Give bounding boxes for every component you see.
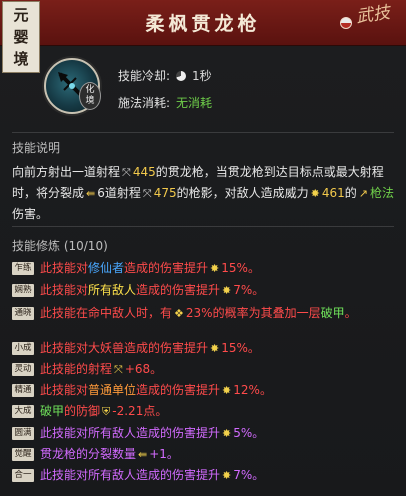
refinement-row: 圆满 此技能对所有敌人造成的伤害提升 ✸ 5%。 <box>12 424 396 443</box>
refinement-tag: 娴熟 <box>12 284 34 297</box>
refinement-segment: 。 <box>344 306 357 320</box>
realm-tag: 元 婴 境 <box>2 1 40 73</box>
refinement-segment: 此技能对 <box>40 383 89 397</box>
refinement-segment: 此技能对大妖兽造成的伤害提升 <box>40 341 209 355</box>
refinement-row: 小成 此技能对大妖兽造成的伤害提升 ✸ 15%。 <box>12 339 396 358</box>
refinement-segment: +1。 <box>149 447 179 461</box>
refinement-tag: 觉醒 <box>12 448 34 461</box>
refinement-segment: 此技能对 <box>40 283 89 297</box>
refinement-segment: 此技能的射程 <box>40 362 113 376</box>
refinement-segment: 造成的伤害提升 <box>136 383 221 397</box>
refinement-text: 此技能对修仙者造成的伤害提升 ✸ 15%。 <box>40 259 396 278</box>
refinement-segment: 造成的伤害提升 <box>136 468 221 482</box>
refinement-segment: 造成的伤害提升 <box>124 261 209 275</box>
cooldown-label: 技能冷却: <box>118 69 171 83</box>
refinement-text: 此技能对大妖兽造成的伤害提升 ✸ 15%。 <box>40 339 396 358</box>
refinement-segment: 5%。 <box>233 426 265 440</box>
stat-icon: ⛨ <box>102 405 111 418</box>
refinement-tag: 通晓 <box>12 307 34 320</box>
refinement-text: 此技能对所有敌人造成的伤害提升 ✸ 5%。 <box>40 424 396 443</box>
realm-char: 婴 <box>13 28 29 46</box>
refinement-segment: 造成的伤害提升 <box>136 426 221 440</box>
refinement-tag: 精通 <box>12 384 34 397</box>
stat-icon: ✸ <box>222 427 232 440</box>
refinement-segment: 15%。 <box>221 341 260 355</box>
stat-icon: ✸ <box>210 342 220 355</box>
refinement-text: 此技能对普通单位造成的伤害提升 ✸ 12%。 <box>40 381 396 400</box>
cost-label: 施法消耗: <box>118 96 171 110</box>
refinement-segment: 破甲 <box>320 306 345 320</box>
refinement-text: 此技能的射程 ⤧ +68。 <box>40 360 396 379</box>
refinement-segment: 所有敌人 <box>88 468 137 482</box>
cost-row: 施法消耗: 无消耗 <box>118 94 212 111</box>
refinement-segment: 此技能在命中敌人时，有 <box>40 306 173 320</box>
split-icon: ⇚ <box>86 187 96 200</box>
refinement-segment: 12%。 <box>233 383 272 397</box>
realm-char: 元 <box>13 6 29 24</box>
refinement-segment: 所有敌人 <box>88 283 137 297</box>
refinement-row: 大成 破甲的防御 ⛨ -2.21点。 <box>12 402 396 421</box>
refinement-text: 此技能对所有敌人造成的伤害提升 ✸ 7%。 <box>40 466 396 485</box>
refinement-text: 此技能对所有敌人造成的伤害提升 ✸ 7%。 <box>40 281 396 300</box>
refinements-heading: 技能修炼 (10/10) <box>12 239 108 253</box>
chance-icon: ❖ <box>174 307 184 320</box>
stat-icon: ✸ <box>222 469 232 482</box>
refinement-row: 娴熟 此技能对所有敌人造成的伤害提升 ✸ 7%。 <box>12 281 396 300</box>
refinement-tag: 圆满 <box>12 427 34 440</box>
refinement-row: 觉醒 贯龙枪的分裂数量 ⇚ +1。 <box>12 445 396 464</box>
refinement-segment: 7%。 <box>233 468 265 482</box>
divider <box>12 132 394 133</box>
refinement-segment: +68。 <box>124 362 163 376</box>
stat-icon: ✸ <box>210 262 220 275</box>
divider <box>12 226 394 227</box>
refinement-row: 合一 此技能对所有敌人造成的伤害提升 ✸ 7%。 <box>12 466 396 485</box>
skill-description: 向前方射出一道射程 ⤧ 445的贯龙枪，当贯龙枪到达目标点或最大射程时，将分裂成 ⇚ 6… <box>12 165 394 221</box>
refinement-segment: 普通单位 <box>88 383 137 397</box>
realm-char: 境 <box>13 50 29 68</box>
refinement-segment: 破甲 <box>40 404 65 418</box>
refinement-segment: 的防御 <box>64 404 101 418</box>
refinement-segment: 修仙者 <box>88 261 125 275</box>
refinement-segment: 造成的伤害提升 <box>136 283 221 297</box>
refinement-tag: 小成 <box>12 342 34 355</box>
spear-type-icon: ↗ <box>358 187 368 200</box>
refinement-tag: 大成 <box>12 405 34 418</box>
range-icon: ⤧ <box>142 187 152 200</box>
stat-icon: ⤧ <box>114 363 123 376</box>
description-heading: 技能说明 <box>12 141 61 155</box>
refinement-row: 灵动 此技能的射程 ⤧ +68。 <box>12 360 396 379</box>
refinement-segment: 此技能对 <box>40 261 89 275</box>
refinement-text: 破甲的防御 ⛨ -2.21点。 <box>40 402 396 421</box>
cooldown-icon <box>176 70 187 81</box>
stat-icon: ⇚ <box>138 448 148 461</box>
refinement-text: 此技能在命中敌人时，有 ❖ 23%的概率为其叠加一层破甲。 <box>40 304 396 323</box>
skill-header: 柔枫贯龙枪 武技 <box>0 0 406 46</box>
refinement-segment: -2.21点。 <box>112 404 168 418</box>
cooldown-row: 技能冷却: 1秒 <box>118 67 212 84</box>
refinement-segment: 所有敌人 <box>88 426 137 440</box>
stat-icon: ✸ <box>222 284 232 297</box>
wuji-logo: 武技 <box>354 2 392 28</box>
refinement-row: 乍练 此技能对修仙者造成的伤害提升 ✸ 15%。 <box>12 259 396 278</box>
power-icon: ✸ <box>310 187 320 200</box>
refinement-tag: 灵动 <box>12 363 34 376</box>
refinement-segment: 23%的概率为其叠加一层 <box>185 306 321 320</box>
stage-badge: 化 境 <box>79 82 101 110</box>
refinement-segment: 15%。 <box>221 261 260 275</box>
cooldown-value: 1秒 <box>192 69 212 83</box>
refinement-tag: 合一 <box>12 469 34 482</box>
stat-icon: ✸ <box>222 384 232 397</box>
cost-value: 无消耗 <box>176 96 213 110</box>
refinement-tag: 乍练 <box>12 262 34 275</box>
refinement-row: 精通 此技能对普通单位造成的伤害提升 ✸ 12%。 <box>12 381 396 400</box>
refinement-segment: 贯龙枪的分裂数量 <box>40 447 137 461</box>
refinement-row: 通晓 此技能在命中敌人时，有 ❖ 23%的概率为其叠加一层破甲。 <box>12 304 396 323</box>
refinement-segment: 此技能对 <box>40 468 89 482</box>
refinement-segment: 此技能对 <box>40 426 89 440</box>
refinement-segment: 7%。 <box>233 283 265 297</box>
orb-icon <box>340 17 352 29</box>
range-icon: ⤧ <box>122 166 131 179</box>
refinement-text: 贯龙枪的分裂数量 ⇚ +1。 <box>40 445 396 464</box>
